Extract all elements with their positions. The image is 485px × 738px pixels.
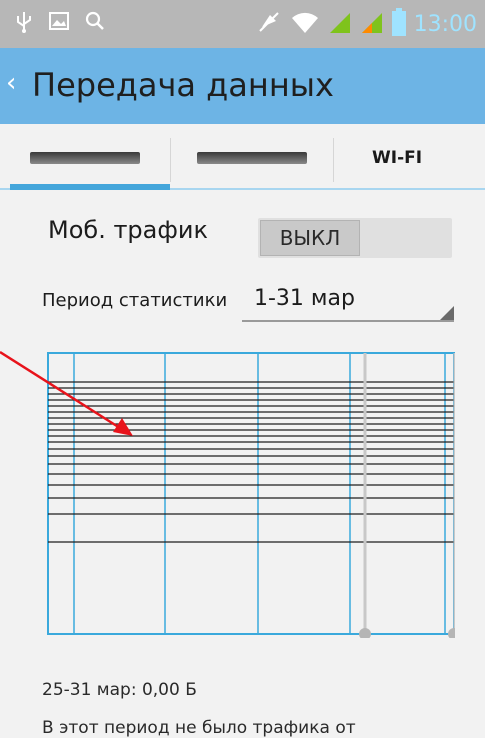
annotation-arrow bbox=[0, 350, 133, 436]
arrow-head-icon bbox=[113, 418, 133, 436]
usage-summary: 25-31 мар: 0,00 Б bbox=[42, 680, 197, 700]
no-traffic-notice: В этот период не было трафика от bbox=[42, 718, 356, 738]
arrow-shaft bbox=[0, 350, 121, 430]
